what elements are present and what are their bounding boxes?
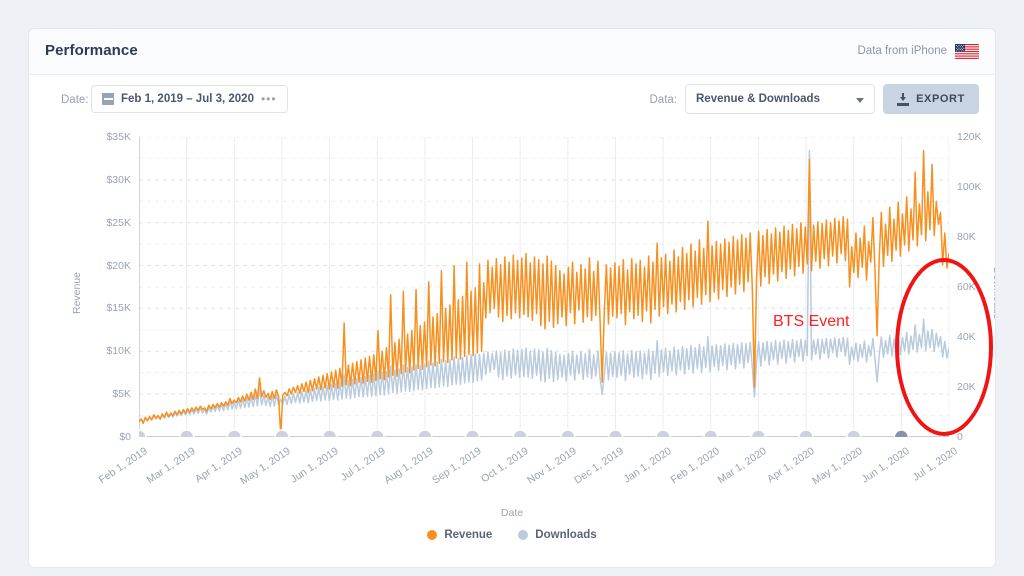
- data-series-value: Revenue & Downloads: [696, 93, 820, 105]
- legend-color-swatch: [518, 530, 528, 540]
- x-axis-tick[interactable]: Jun 1, 2020: [822, 445, 912, 511]
- data-source-label: Data from iPhone: [858, 45, 948, 57]
- y-axis-left-tick: $25K: [31, 217, 131, 229]
- bts-event-ellipse: [895, 258, 993, 436]
- x-axis-marker[interactable]: [751, 430, 765, 437]
- x-axis-tick[interactable]: May 1, 2020: [775, 445, 865, 511]
- x-axis-marker[interactable]: [275, 430, 289, 437]
- y-axis-right-label: Downloads: [991, 267, 996, 319]
- y-axis-left-tick: $20K: [31, 260, 131, 272]
- legend-item[interactable]: Downloads: [518, 529, 596, 541]
- x-axis-tick[interactable]: Mar 1, 2020: [680, 445, 770, 511]
- y-axis-left-tick: $30K: [31, 174, 131, 186]
- x-axis-tick[interactable]: Aug 1, 2019: [346, 445, 436, 511]
- x-axis-marker[interactable]: [466, 430, 480, 437]
- legend-item[interactable]: Revenue: [427, 529, 492, 541]
- x-axis-tick[interactable]: Apr 1, 2019: [155, 445, 245, 511]
- download-icon: [897, 93, 909, 106]
- x-axis-marker[interactable]: [704, 430, 718, 437]
- export-button-label: EXPORT: [916, 93, 965, 105]
- x-axis-tick[interactable]: Nov 1, 2019: [489, 445, 579, 511]
- chart-toolbar: Date: Feb 1, 2019 – Jul 3, 2020 ••• Data…: [29, 75, 995, 127]
- x-axis-tick[interactable]: Oct 1, 2019: [441, 445, 531, 511]
- x-axis-marker[interactable]: [370, 430, 384, 437]
- x-axis-tick[interactable]: Apr 1, 2020: [727, 445, 817, 511]
- legend-color-swatch: [427, 530, 437, 540]
- x-axis-marker[interactable]: [561, 430, 575, 437]
- x-axis-marker[interactable]: [323, 430, 337, 437]
- chart-plot-svg: [139, 137, 949, 437]
- performance-card: Performance Data from iPhone: [28, 28, 996, 568]
- y-axis-left-tick: $15K: [31, 302, 131, 314]
- chart-legend: Revenue Downloads: [29, 529, 995, 541]
- legend-label: Revenue: [444, 529, 492, 541]
- x-axis-tick[interactable]: Dec 1, 2019: [537, 445, 627, 511]
- data-series-select[interactable]: Revenue & Downloads: [685, 84, 875, 114]
- x-axis-marker[interactable]: [799, 430, 813, 437]
- data-label: Data:: [650, 94, 678, 106]
- y-axis-left-tick: $5K: [31, 388, 131, 400]
- x-axis-marker[interactable]: [180, 430, 194, 437]
- date-range-picker[interactable]: Feb 1, 2019 – Jul 3, 2020 •••: [91, 85, 288, 113]
- x-axis-marker[interactable]: [139, 430, 146, 437]
- x-axis-tick[interactable]: Sep 1, 2019: [394, 445, 484, 511]
- date-range-value: Feb 1, 2019 – Jul 3, 2020: [121, 93, 254, 105]
- x-axis-label: Date: [29, 507, 995, 519]
- chevron-down-icon: [856, 98, 864, 103]
- x-axis-marker[interactable]: [513, 430, 527, 437]
- y-axis-right-tick: 80K: [957, 231, 976, 243]
- x-axis-tick[interactable]: Feb 1, 2020: [632, 445, 722, 511]
- x-axis-tick[interactable]: Feb 1, 2019: [60, 445, 150, 511]
- x-axis-marker[interactable]: [608, 430, 622, 437]
- plot-region[interactable]: [139, 137, 949, 437]
- bts-event-annotation: BTS Event: [773, 313, 849, 331]
- x-axis-tick[interactable]: Mar 1, 2019: [108, 445, 198, 511]
- y-axis-left-tick: $10K: [31, 345, 131, 357]
- card-header: Performance Data from iPhone: [29, 29, 995, 75]
- y-axis-right-tick: 100K: [957, 181, 982, 193]
- x-axis-tick[interactable]: Jun 1, 2019: [251, 445, 341, 511]
- page-title: Performance: [45, 42, 138, 59]
- x-axis-marker[interactable]: [227, 430, 241, 437]
- x-axis-marker[interactable]: [418, 430, 432, 437]
- date-label: Date:: [61, 94, 89, 106]
- x-axis-tick[interactable]: Jul 1, 2019: [298, 445, 388, 511]
- x-axis-tick[interactable]: May 1, 2019: [203, 445, 293, 511]
- x-axis-marker[interactable]: [894, 430, 908, 437]
- x-axis-tick[interactable]: Jul 1, 2020: [870, 445, 960, 511]
- x-axis-tick[interactable]: Jan 1, 2020: [584, 445, 674, 511]
- chart-area: Revenue Downloads $0$5K$10K$15K$20K$25K$…: [29, 127, 995, 535]
- legend-label: Downloads: [535, 529, 596, 541]
- x-axis-marker[interactable]: [656, 430, 670, 437]
- y-axis-left-tick: $0: [31, 431, 131, 443]
- calendar-icon: [102, 93, 114, 105]
- export-button[interactable]: EXPORT: [883, 84, 979, 114]
- date-more-options-icon[interactable]: •••: [261, 95, 277, 103]
- y-axis-right-tick: 0: [957, 431, 963, 443]
- y-axis-left-tick: $35K: [31, 131, 131, 143]
- x-axis-marker[interactable]: [847, 430, 861, 437]
- us-flag-icon: [955, 44, 979, 59]
- y-axis-right-tick: 120K: [957, 131, 982, 143]
